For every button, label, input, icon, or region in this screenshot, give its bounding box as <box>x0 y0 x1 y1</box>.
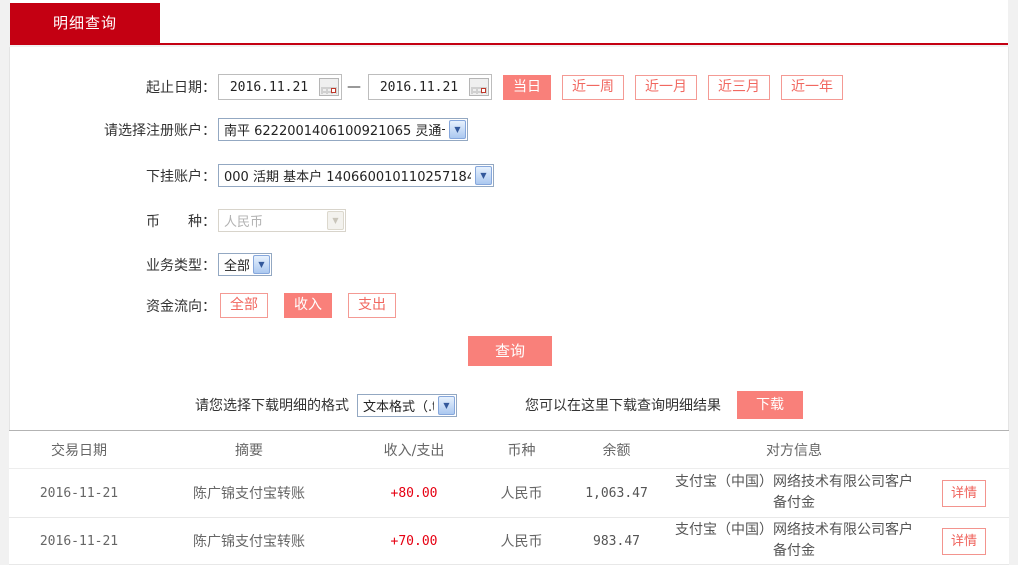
business-type-select[interactable]: 全部 ▼ <box>218 253 272 276</box>
quick-range-month-button[interactable]: 近一月 <box>635 74 697 100</box>
business-type-row: 业务类型： 全部 ▼ <box>10 253 272 276</box>
sub-account-label: 下挂账户： <box>146 168 216 185</box>
date-from-input[interactable]: 2016.11.21 <box>218 74 342 100</box>
business-type-label: 业务类型： <box>146 257 216 274</box>
date-range-row: 起止日期： 2016.11.21 — 2016.11.21 当日 近一周 近一月… <box>10 74 843 100</box>
tab-detail-query[interactable]: 明细查询 <box>10 3 160 43</box>
currency-value: 人民币 <box>224 215 264 230</box>
sub-account-value: 000 活期 基本户 1406600101102571848 <box>224 170 471 185</box>
quick-range-today-button[interactable]: 当日 <box>503 74 551 100</box>
cell-summary: 陈广锦支付宝转账 <box>193 534 305 550</box>
flow-income-button[interactable]: 收入 <box>284 293 332 318</box>
download-row: 请您选择下载明细的格式 文本格式（.txt） ▼ 您可以在这里下载查询明细结果 … <box>195 391 803 419</box>
main-panel: 起止日期： 2016.11.21 — 2016.11.21 当日 近一周 近一月… <box>9 47 1009 565</box>
date-from-value: 2016.11.21 <box>229 79 309 95</box>
calendar-icon[interactable] <box>469 78 489 96</box>
header-counterparty: 对方信息 <box>766 442 822 459</box>
table-header-row: 交易日期 摘要 收入/支出 币种 余额 对方信息 <box>9 431 1009 469</box>
date-range-label: 起止日期： <box>146 80 216 96</box>
dropdown-arrow-icon: ▼ <box>253 255 270 274</box>
header-income-expense: 收入/支出 <box>383 442 445 459</box>
cell-trade-date: 2016-11-21 <box>39 485 119 501</box>
download-format-select[interactable]: 文本格式（.txt） ▼ <box>357 393 457 417</box>
fund-flow-row: 资金流向： 全部 收入 支出 <box>10 293 396 318</box>
table-row: 2016-11-21 陈广锦支付宝转账 +80.00 人民币 1,063.47 … <box>9 469 1009 518</box>
download-hint-text: 您可以在这里下载查询明细结果 <box>525 398 721 414</box>
header-summary: 摘要 <box>235 442 263 459</box>
cell-currency: 人民币 <box>500 486 543 502</box>
detail-query-page: 明细查询 起止日期： 2016.11.21 — 2016.11.21 当日 近一… <box>0 0 1018 565</box>
detail-button[interactable]: 详情 <box>942 527 986 555</box>
date-to-value: 2016.11.21 <box>379 79 459 95</box>
flow-all-button[interactable]: 全部 <box>220 293 268 318</box>
cell-summary: 陈广锦支付宝转账 <box>193 486 305 502</box>
cell-trade-date: 2016-11-21 <box>39 533 119 549</box>
cell-amount: +80.00 <box>390 485 438 501</box>
date-to-input[interactable]: 2016.11.21 <box>368 74 492 100</box>
query-button[interactable]: 查询 <box>468 336 552 366</box>
cell-balance: 983.47 <box>593 533 640 549</box>
currency-row: 币 种： 人民币 ▼ <box>10 209 346 232</box>
currency-select: 人民币 ▼ <box>218 209 346 232</box>
download-format-value: 文本格式（.txt） <box>363 399 434 415</box>
quick-range-week-button[interactable]: 近一周 <box>562 74 624 100</box>
sub-account-row: 下挂账户： 000 活期 基本户 1406600101102571848 ▼ <box>10 164 494 187</box>
dropdown-arrow-icon: ▼ <box>327 211 344 230</box>
download-format-label: 请您选择下载明细的格式 <box>195 398 349 414</box>
download-button[interactable]: 下载 <box>737 391 803 419</box>
date-separator: — <box>347 79 361 95</box>
quick-range-3months-button[interactable]: 近三月 <box>708 74 770 100</box>
header-currency: 币种 <box>507 442 536 459</box>
cell-amount: +70.00 <box>390 533 438 549</box>
cell-balance: 1,063.47 <box>585 485 648 501</box>
cell-currency: 人民币 <box>500 534 543 550</box>
register-account-label: 请选择注册账户： <box>104 122 216 139</box>
table-row: 2016-11-21 陈广锦支付宝转账 +70.00 人民币 983.47 支付… <box>9 518 1009 565</box>
calendar-icon[interactable] <box>319 78 339 96</box>
register-account-value: 南平 6222001406100921065 灵通卡 <box>224 124 445 139</box>
detail-button[interactable]: 详情 <box>942 479 986 507</box>
dropdown-arrow-icon: ▼ <box>475 166 492 185</box>
header-trade-date: 交易日期 <box>51 442 107 459</box>
register-account-select[interactable]: 南平 6222001406100921065 灵通卡 ▼ <box>218 118 468 141</box>
business-type-value: 全部 <box>224 259 249 274</box>
tab-bar: 明细查询 <box>10 0 1008 45</box>
register-account-row: 请选择注册账户： 南平 6222001406100921065 灵通卡 ▼ <box>10 118 468 141</box>
quick-range-year-button[interactable]: 近一年 <box>781 74 843 100</box>
cell-counterparty: 支付宝（中国）网络技术有限公司客户备付金 <box>675 522 913 559</box>
results-table: 交易日期 摘要 收入/支出 币种 余额 对方信息 2016-11-21 陈广锦支… <box>9 430 1009 565</box>
header-balance: 余额 <box>602 442 631 459</box>
fund-flow-label: 资金流向： <box>146 298 216 315</box>
flow-expense-button[interactable]: 支出 <box>348 293 396 318</box>
currency-label: 币 种： <box>146 213 216 230</box>
sub-account-select[interactable]: 000 活期 基本户 1406600101102571848 ▼ <box>218 164 494 187</box>
dropdown-arrow-icon: ▼ <box>438 395 455 415</box>
dropdown-arrow-icon: ▼ <box>449 120 466 139</box>
cell-counterparty: 支付宝（中国）网络技术有限公司客户备付金 <box>675 474 913 511</box>
